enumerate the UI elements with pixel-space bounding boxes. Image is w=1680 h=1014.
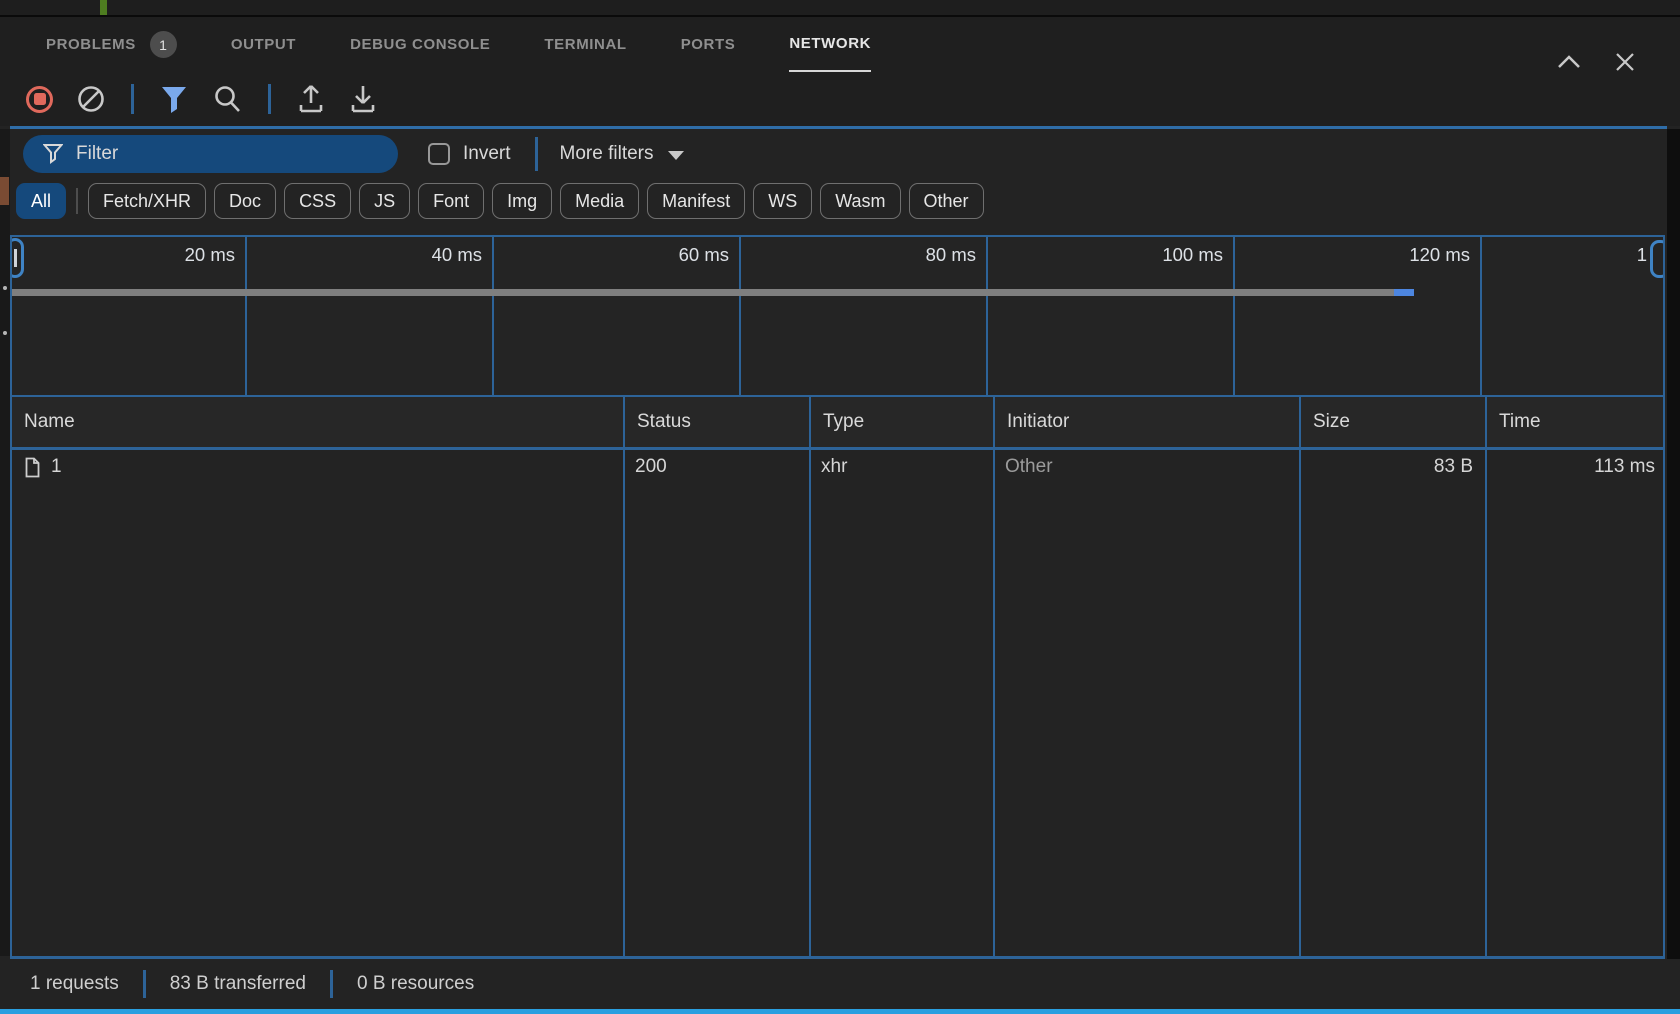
column-header-name[interactable]: Name — [12, 397, 623, 447]
timeline-progress-segment — [1394, 289, 1414, 296]
record-stop-icon[interactable] — [26, 86, 53, 113]
column-header-status[interactable]: Status — [623, 397, 809, 447]
tab-debug-console[interactable]: DEBUG CONSOLE — [350, 17, 490, 72]
problems-count-badge: 1 — [150, 31, 177, 58]
filter-funnel-icon[interactable] — [160, 84, 188, 114]
transferred-size: 83 B transferred — [170, 973, 306, 995]
requests-count: 1 requests — [30, 973, 119, 995]
timeline-gridline — [492, 237, 494, 395]
tick-label: 120 ms — [1360, 244, 1470, 266]
filter-row: Invert More filters — [10, 129, 1667, 178]
chip-manifest[interactable]: Manifest — [647, 183, 745, 219]
tick-label: 20 ms — [125, 244, 235, 266]
tab-problems[interactable]: PROBLEMS 1 — [46, 17, 177, 72]
requests-table-body: 1 200 xhr Other 83 B 113 ms — [10, 450, 1665, 956]
scrollbar-dot — [3, 286, 7, 290]
resources-size: 0 B resources — [357, 973, 474, 995]
toolbar-separator — [268, 84, 271, 114]
timeline-gridline — [1480, 237, 1482, 395]
filter-separator — [535, 137, 538, 171]
more-filters-button[interactable]: More filters — [560, 143, 684, 165]
editor-code-sliver: 20 // const yourMMKVStorage = new MMKV()… — [0, 0, 1680, 15]
tick-label: 100 ms — [1113, 244, 1223, 266]
chip-js[interactable]: JS — [359, 183, 410, 219]
column-header-type[interactable]: Type — [809, 397, 993, 447]
clear-icon[interactable] — [77, 85, 105, 113]
summary-bar: 1 requests 83 B transferred 0 B resource… — [0, 959, 1680, 1008]
timeline-gridline — [739, 237, 741, 395]
tick-label-clipped: 1 — [1637, 244, 1647, 266]
export-har-icon[interactable] — [297, 84, 325, 114]
network-toolbar — [0, 72, 1680, 126]
resource-type-filters: All Fetch/XHR Doc CSS JS Font Img Media … — [10, 178, 1667, 224]
summary-separator — [143, 970, 146, 998]
timeline-gridline — [245, 237, 247, 395]
column-divider[interactable] — [1485, 450, 1487, 956]
chevron-up-icon[interactable] — [1556, 54, 1582, 70]
column-divider[interactable] — [809, 450, 811, 956]
column-divider[interactable] — [1299, 450, 1301, 956]
tab-network[interactable]: NETWORK — [789, 17, 871, 72]
funnel-icon — [43, 143, 63, 165]
chip-all[interactable]: All — [16, 183, 66, 219]
chip-ws[interactable]: WS — [753, 183, 812, 219]
chip-separator — [76, 188, 78, 214]
column-header-initiator[interactable]: Initiator — [993, 397, 1299, 447]
chip-font[interactable]: Font — [418, 183, 484, 219]
column-divider[interactable] — [623, 450, 625, 956]
close-icon[interactable] — [1614, 51, 1636, 73]
tick-label: 80 ms — [866, 244, 976, 266]
editor-edge-strip — [0, 129, 10, 956]
requests-table-header: Name Status Type Initiator Size Time — [10, 397, 1665, 450]
gutter-modified-indicator — [100, 0, 107, 15]
timeline-gridline — [1233, 237, 1235, 395]
invert-checkbox[interactable] — [428, 143, 450, 165]
request-name-cell: 1 — [12, 450, 623, 484]
right-edge-strip — [1667, 129, 1680, 1008]
filter-input[interactable] — [76, 143, 356, 165]
panel-focus-border — [0, 1009, 1680, 1014]
scrollbar-dot — [3, 331, 7, 335]
toolbar-separator — [131, 84, 134, 114]
column-header-time[interactable]: Time — [1485, 397, 1663, 447]
vscode-panel: 20 // const yourMMKVStorage = new MMKV()… — [0, 0, 1680, 1014]
import-har-icon[interactable] — [349, 84, 377, 114]
scrollbar-marker — [0, 177, 9, 205]
chip-css[interactable]: CSS — [284, 183, 351, 219]
chip-wasm[interactable]: Wasm — [820, 183, 900, 219]
tab-output[interactable]: OUTPUT — [231, 17, 296, 72]
chip-img[interactable]: Img — [492, 183, 552, 219]
chevron-down-icon — [668, 151, 684, 160]
document-icon — [24, 457, 41, 478]
search-icon[interactable] — [212, 84, 242, 114]
panel-tabbar: PROBLEMS 1 OUTPUT DEBUG CONSOLE TERMINAL… — [0, 17, 1680, 72]
table-row[interactable]: 1 200 xhr Other 83 B 113 ms — [12, 450, 1663, 484]
column-header-size[interactable]: Size — [1299, 397, 1485, 447]
invert-label: Invert — [463, 143, 511, 165]
tick-label: 60 ms — [619, 244, 729, 266]
chip-media[interactable]: Media — [560, 183, 639, 219]
timeline-progress-bar — [12, 289, 1394, 296]
request-type-cell: xhr — [809, 450, 993, 484]
tick-label: 40 ms — [372, 244, 482, 266]
chip-other[interactable]: Other — [909, 183, 984, 219]
timeline-right-handle[interactable] — [1650, 240, 1665, 278]
summary-separator — [330, 970, 333, 998]
request-status-cell: 200 — [623, 450, 809, 484]
tab-ports[interactable]: PORTS — [681, 17, 736, 72]
chip-doc[interactable]: Doc — [214, 183, 276, 219]
request-size-cell: 83 B — [1299, 450, 1485, 484]
timeline-gridline — [986, 237, 988, 395]
chip-fetch-xhr[interactable]: Fetch/XHR — [88, 183, 206, 219]
timeline-left-handle[interactable] — [10, 238, 24, 278]
tab-terminal[interactable]: TERMINAL — [544, 17, 626, 72]
network-overview-timeline[interactable]: 20 ms 40 ms 60 ms 80 ms 100 ms 120 ms 1 — [10, 235, 1665, 397]
filter-pill[interactable] — [23, 135, 398, 173]
request-time-cell: 113 ms — [1485, 450, 1663, 484]
request-initiator-cell: Other — [993, 450, 1299, 484]
column-divider[interactable] — [993, 450, 995, 956]
